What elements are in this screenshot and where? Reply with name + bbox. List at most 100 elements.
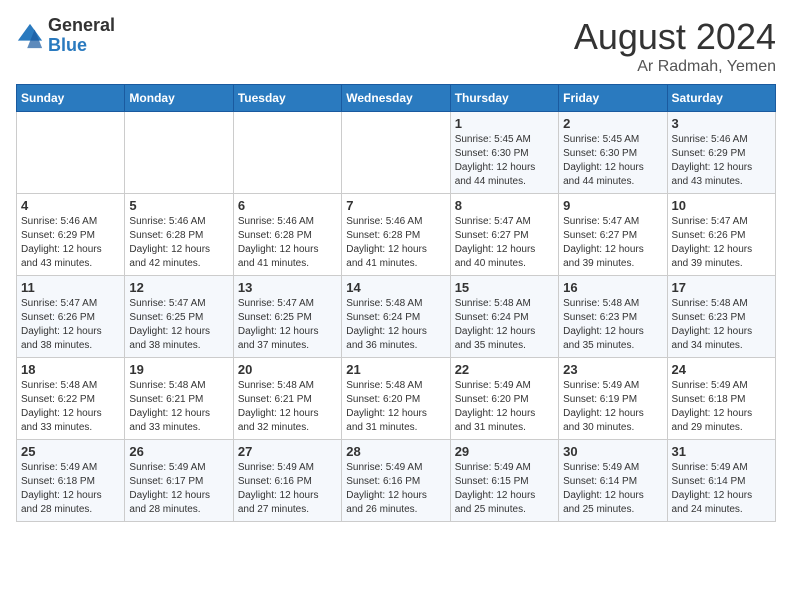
weekday-header: Thursday (450, 85, 558, 112)
day-info: Sunrise: 5:48 AM Sunset: 6:22 PM Dayligh… (21, 379, 120, 435)
logo-text: General Blue (48, 16, 115, 56)
calendar-cell: 18 Sunrise: 5:48 AM Sunset: 6:22 PM Dayli… (17, 358, 125, 440)
page-header: General Blue August 2024 Ar Radmah, Yeme… (16, 16, 776, 76)
day-number: 5 (129, 198, 228, 213)
day-number: 30 (563, 444, 662, 459)
day-info: Sunrise: 5:49 AM Sunset: 6:16 PM Dayligh… (346, 461, 445, 517)
calendar-cell: 14 Sunrise: 5:48 AM Sunset: 6:24 PM Dayli… (342, 276, 450, 358)
day-info: Sunrise: 5:49 AM Sunset: 6:17 PM Dayligh… (129, 461, 228, 517)
calendar-week-row: 4 Sunrise: 5:46 AM Sunset: 6:29 PM Daylig… (17, 194, 776, 276)
calendar-cell: 17 Sunrise: 5:48 AM Sunset: 6:23 PM Dayli… (667, 276, 775, 358)
day-info: Sunrise: 5:48 AM Sunset: 6:24 PM Dayligh… (455, 297, 554, 353)
day-number: 7 (346, 198, 445, 213)
day-info: Sunrise: 5:46 AM Sunset: 6:28 PM Dayligh… (238, 215, 337, 271)
day-number: 25 (21, 444, 120, 459)
calendar-cell: 15Sunrise: 5:48 AM Sunset: 6:24 PM Dayli… (450, 276, 558, 358)
calendar-cell: 7 Sunrise: 5:46 AM Sunset: 6:28 PM Daylig… (342, 194, 450, 276)
day-info: Sunrise: 5:49 AM Sunset: 6:18 PM Dayligh… (21, 461, 120, 517)
calendar-cell: 9 Sunrise: 5:47 AM Sunset: 6:27 PM Daylig… (559, 194, 667, 276)
day-number: 28 (346, 444, 445, 459)
calendar-week-row: 11 Sunrise: 5:47 AM Sunset: 6:26 PM Dayli… (17, 276, 776, 358)
day-info: Sunrise: 5:45 AM Sunset: 6:30 PM Dayligh… (455, 133, 554, 189)
weekday-header: Tuesday (233, 85, 341, 112)
day-number: 10 (672, 198, 771, 213)
calendar-cell: 20Sunrise: 5:48 AM Sunset: 6:21 PM Dayli… (233, 358, 341, 440)
day-info: Sunrise: 5:45 AM Sunset: 6:30 PM Dayligh… (563, 133, 662, 189)
day-number: 4 (21, 198, 120, 213)
day-number: 18 (21, 362, 120, 377)
day-info: Sunrise: 5:49 AM Sunset: 6:16 PM Dayligh… (238, 461, 337, 517)
day-number: 14 (346, 280, 445, 295)
day-number: 9 (563, 198, 662, 213)
calendar-cell: 2Sunrise: 5:45 AM Sunset: 6:30 PM Daylig… (559, 112, 667, 194)
calendar-week-row: 1 Sunrise: 5:45 AM Sunset: 6:30 PM Daylig… (17, 112, 776, 194)
calendar-cell: 11 Sunrise: 5:47 AM Sunset: 6:26 PM Dayli… (17, 276, 125, 358)
logo-blue-text: Blue (48, 36, 115, 56)
day-number: 13 (238, 280, 337, 295)
day-info: Sunrise: 5:47 AM Sunset: 6:25 PM Dayligh… (129, 297, 228, 353)
day-info: Sunrise: 5:46 AM Sunset: 6:29 PM Dayligh… (672, 133, 771, 189)
day-number: 16 (563, 280, 662, 295)
calendar-cell: 25 Sunrise: 5:49 AM Sunset: 6:18 PM Dayli… (17, 440, 125, 522)
day-number: 17 (672, 280, 771, 295)
weekday-header: Saturday (667, 85, 775, 112)
day-number: 11 (21, 280, 120, 295)
calendar-cell: 30Sunrise: 5:49 AM Sunset: 6:14 PM Dayli… (559, 440, 667, 522)
day-info: Sunrise: 5:46 AM Sunset: 6:28 PM Dayligh… (346, 215, 445, 271)
day-number: 6 (238, 198, 337, 213)
calendar-cell: 16Sunrise: 5:48 AM Sunset: 6:23 PM Dayli… (559, 276, 667, 358)
calendar-cell: 29 Sunrise: 5:49 AM Sunset: 6:15 PM Dayli… (450, 440, 558, 522)
calendar-cell (17, 112, 125, 194)
day-info: Sunrise: 5:47 AM Sunset: 6:27 PM Dayligh… (455, 215, 554, 271)
calendar-cell (342, 112, 450, 194)
day-number: 27 (238, 444, 337, 459)
day-number: 12 (129, 280, 228, 295)
calendar-cell: 13 Sunrise: 5:47 AM Sunset: 6:25 PM Dayli… (233, 276, 341, 358)
calendar-cell: 22Sunrise: 5:49 AM Sunset: 6:20 PM Dayli… (450, 358, 558, 440)
calendar-cell: 19Sunrise: 5:48 AM Sunset: 6:21 PM Dayli… (125, 358, 233, 440)
day-number: 19 (129, 362, 228, 377)
weekday-header: Friday (559, 85, 667, 112)
calendar-cell (125, 112, 233, 194)
day-info: Sunrise: 5:48 AM Sunset: 6:23 PM Dayligh… (672, 297, 771, 353)
logo-icon (16, 22, 44, 50)
day-info: Sunrise: 5:47 AM Sunset: 6:27 PM Dayligh… (563, 215, 662, 271)
calendar-cell: 3 Sunrise: 5:46 AM Sunset: 6:29 PM Daylig… (667, 112, 775, 194)
calendar-cell: 8 Sunrise: 5:47 AM Sunset: 6:27 PM Daylig… (450, 194, 558, 276)
day-info: Sunrise: 5:46 AM Sunset: 6:28 PM Dayligh… (129, 215, 228, 271)
calendar-week-row: 18 Sunrise: 5:48 AM Sunset: 6:22 PM Dayli… (17, 358, 776, 440)
calendar-cell: 21Sunrise: 5:48 AM Sunset: 6:20 PM Dayli… (342, 358, 450, 440)
calendar-cell: 24 Sunrise: 5:49 AM Sunset: 6:18 PM Dayli… (667, 358, 775, 440)
day-info: Sunrise: 5:49 AM Sunset: 6:14 PM Dayligh… (672, 461, 771, 517)
day-info: Sunrise: 5:48 AM Sunset: 6:21 PM Dayligh… (238, 379, 337, 435)
calendar-cell: 4 Sunrise: 5:46 AM Sunset: 6:29 PM Daylig… (17, 194, 125, 276)
day-info: Sunrise: 5:49 AM Sunset: 6:19 PM Dayligh… (563, 379, 662, 435)
day-info: Sunrise: 5:47 AM Sunset: 6:26 PM Dayligh… (21, 297, 120, 353)
day-number: 22 (455, 362, 554, 377)
month-year: August 2024 (574, 16, 776, 58)
day-number: 24 (672, 362, 771, 377)
day-number: 29 (455, 444, 554, 459)
day-info: Sunrise: 5:49 AM Sunset: 6:15 PM Dayligh… (455, 461, 554, 517)
day-number: 26 (129, 444, 228, 459)
day-info: Sunrise: 5:47 AM Sunset: 6:26 PM Dayligh… (672, 215, 771, 271)
title-block: August 2024 Ar Radmah, Yemen (574, 16, 776, 76)
calendar-table: SundayMondayTuesdayWednesdayThursdayFrid… (16, 84, 776, 522)
calendar-cell: 6 Sunrise: 5:46 AM Sunset: 6:28 PM Daylig… (233, 194, 341, 276)
calendar-cell: 27 Sunrise: 5:49 AM Sunset: 6:16 PM Dayli… (233, 440, 341, 522)
day-info: Sunrise: 5:47 AM Sunset: 6:25 PM Dayligh… (238, 297, 337, 353)
weekday-header-row: SundayMondayTuesdayWednesdayThursdayFrid… (17, 85, 776, 112)
calendar-cell: 31 Sunrise: 5:49 AM Sunset: 6:14 PM Dayli… (667, 440, 775, 522)
day-number: 8 (455, 198, 554, 213)
calendar-cell: 23Sunrise: 5:49 AM Sunset: 6:19 PM Dayli… (559, 358, 667, 440)
calendar-cell: 28 Sunrise: 5:49 AM Sunset: 6:16 PM Dayli… (342, 440, 450, 522)
day-number: 31 (672, 444, 771, 459)
day-number: 3 (672, 116, 771, 131)
calendar-cell: 1 Sunrise: 5:45 AM Sunset: 6:30 PM Daylig… (450, 112, 558, 194)
day-info: Sunrise: 5:46 AM Sunset: 6:29 PM Dayligh… (21, 215, 120, 271)
calendar-cell: 5 Sunrise: 5:46 AM Sunset: 6:28 PM Daylig… (125, 194, 233, 276)
day-info: Sunrise: 5:49 AM Sunset: 6:18 PM Dayligh… (672, 379, 771, 435)
day-number: 1 (455, 116, 554, 131)
day-info: Sunrise: 5:48 AM Sunset: 6:24 PM Dayligh… (346, 297, 445, 353)
weekday-header: Wednesday (342, 85, 450, 112)
